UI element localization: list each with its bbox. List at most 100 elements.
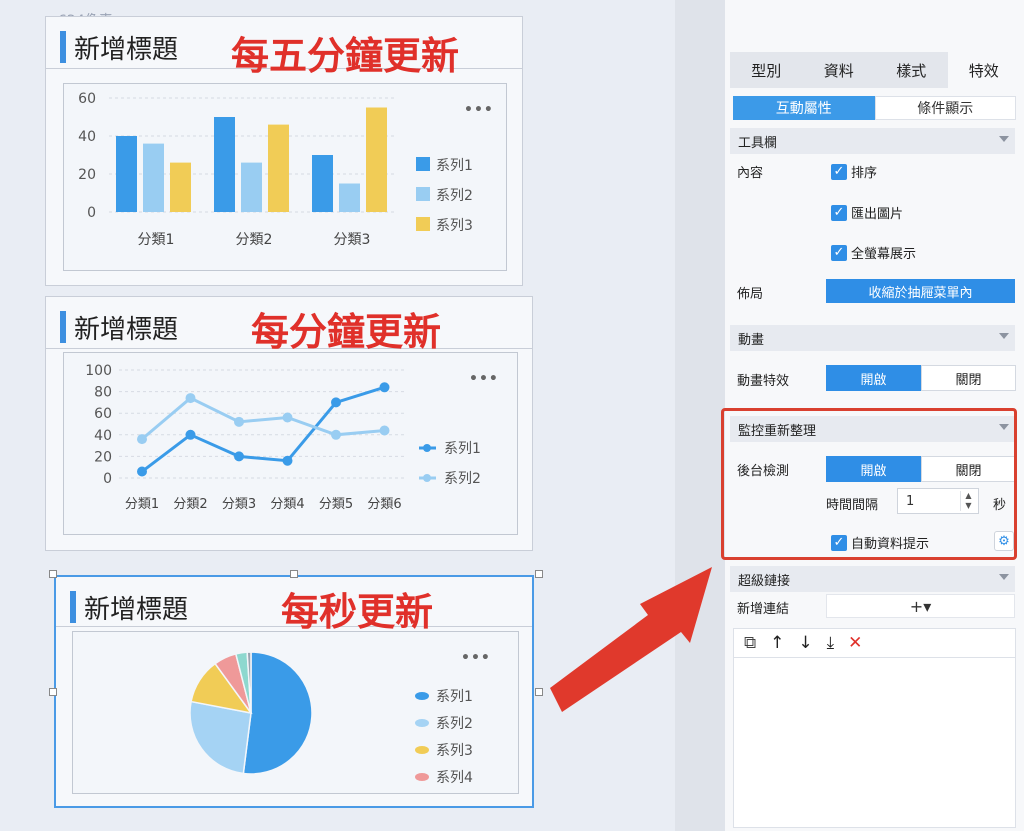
animation-on-button[interactable]: 開啟	[826, 365, 921, 391]
data-point	[379, 382, 390, 393]
data-point	[282, 412, 293, 423]
legend-label: 系列1	[436, 158, 473, 174]
pie-chart-widget[interactable]: 新增標題 每秒更新 ••• 系列1 系列2 系列3 系列4	[54, 575, 534, 808]
y-tick-label: 20	[78, 167, 96, 183]
panel-tabs: 型別 資料 樣式 特效	[730, 52, 1020, 88]
pie-chart-area: ••• 系列1 系列2 系列3 系列4	[72, 631, 519, 794]
y-tick-label: 20	[94, 449, 112, 465]
bar	[339, 183, 360, 212]
content-label: 內容	[737, 166, 764, 181]
bar	[366, 107, 387, 212]
legend-marker	[423, 444, 431, 452]
tab-type[interactable]: 型別	[730, 52, 803, 88]
bar-chart-widget[interactable]: 新增標題 每五分鐘更新 ••• 60 40 20 0 分類1 分類2 分類3 系列1 系列2 系列…	[45, 16, 523, 286]
bar	[143, 143, 164, 212]
check-icon: ✓	[831, 163, 847, 180]
bar	[214, 117, 235, 212]
layout-label: 佈局	[737, 287, 764, 302]
panel-subtabs: 互動屬性 條件顯示	[733, 96, 1016, 120]
y-tick-label: 60	[94, 406, 112, 422]
chevron-down-icon	[999, 574, 1009, 580]
checkbox-export-image[interactable]: ✓ 匯出圖片	[831, 203, 903, 222]
legend-label: 系列2	[436, 188, 473, 204]
legend-label: 系列2	[436, 716, 473, 732]
resize-handle[interactable]	[290, 570, 298, 578]
y-tick-label: 100	[85, 363, 112, 379]
check-icon: ✓	[831, 204, 847, 221]
legend-label: 系列2	[444, 471, 481, 487]
x-tick-label: 分類1	[138, 232, 175, 248]
link-list	[733, 658, 1016, 828]
legend-marker	[423, 474, 431, 482]
data-point	[282, 455, 293, 466]
line-chart-svg: 100 80 60 40 20 0 分類1 分類2 分類3 分類4 分類5 分類6 系列1 系列2	[85, 363, 481, 512]
data-point	[379, 425, 390, 436]
animation-label: 動畫特效	[737, 374, 790, 389]
tab-data[interactable]: 資料	[803, 52, 876, 88]
update-annotation: 每秒更新	[281, 590, 434, 634]
section-hyperlink[interactable]: 超級鏈接	[730, 566, 1015, 592]
legend-label: 系列4	[436, 770, 473, 786]
checkbox-label: 匯出圖片	[851, 207, 904, 222]
delete-icon[interactable]: ✕	[848, 633, 862, 653]
layout-select[interactable]: 收縮於抽屜菜單內	[826, 279, 1015, 303]
move-up-icon[interactable]: ↑	[770, 633, 784, 653]
more-options-icon[interactable]: •••	[464, 102, 494, 118]
y-tick-label: 40	[78, 129, 96, 145]
splitter[interactable]	[675, 0, 725, 831]
data-point	[234, 451, 244, 462]
widget-title[interactable]: 新增標題	[74, 29, 178, 66]
checkbox-sort[interactable]: ✓ 排序	[831, 162, 877, 181]
data-point	[137, 466, 147, 477]
line-chart-widget[interactable]: 新增標題 每分鐘更新 ••• 100 80 60 40 20 0 分類1 分類2 分類3 分類4 分…	[45, 296, 533, 551]
widget-title[interactable]: 新增標題	[84, 589, 188, 626]
bar	[268, 124, 289, 212]
legend-swatch	[416, 187, 430, 201]
x-tick-label: 分類2	[236, 232, 273, 248]
update-annotation: 每分鐘更新	[251, 310, 442, 354]
series-line	[141, 385, 385, 473]
title-accent-bar	[60, 31, 66, 63]
copy-icon[interactable]: ⧉	[744, 633, 756, 653]
animation-off-button[interactable]: 關閉	[921, 365, 1016, 391]
check-icon: ✓	[831, 244, 847, 261]
data-point	[234, 416, 244, 427]
add-link-button[interactable]: +▾	[826, 594, 1015, 618]
checkbox-label: 全螢幕展示	[851, 247, 917, 262]
bar-chart-area: ••• 60 40 20 0 分類1 分類2 分類3 系列1 系列2 系列3	[63, 83, 507, 271]
subtab-conditional-display[interactable]: 條件顯示	[874, 96, 1016, 120]
line-chart-area: ••• 100 80 60 40 20 0 分類1 分類2 分類3 分類4 分類5 分類6 系列1 系列2	[63, 352, 518, 535]
dashboard-canvas: 624像素 新增標題 每五分鐘更新 ••• 6040200分類1分類2分類3系列…	[0, 0, 675, 831]
move-down-icon[interactable]: ↓	[798, 633, 812, 653]
x-tick-label: 分類3	[334, 232, 371, 248]
legend-swatch	[416, 217, 430, 231]
widget-title[interactable]: 新增標題	[74, 309, 178, 346]
x-tick-label: 分類1	[125, 497, 159, 512]
resize-handle[interactable]	[535, 570, 543, 578]
chevron-down-icon	[999, 136, 1009, 142]
bar	[312, 155, 333, 212]
legend-label: 系列3	[436, 743, 473, 759]
section-title: 工具欄	[738, 135, 778, 151]
data-point	[331, 429, 341, 440]
data-point	[185, 429, 196, 440]
checkbox-fullscreen[interactable]: ✓ 全螢幕展示	[831, 243, 916, 262]
series-line	[141, 396, 385, 441]
pie-slice	[242, 651, 313, 775]
title-accent-bar	[60, 311, 66, 343]
move-to-bottom-icon[interactable]: ⤓	[827, 633, 835, 653]
resize-handle[interactable]	[49, 570, 57, 578]
section-animation[interactable]: 動畫	[730, 325, 1015, 351]
subtab-interaction[interactable]: 互動屬性	[733, 96, 875, 120]
section-toolbar[interactable]: 工具欄	[730, 128, 1015, 154]
resize-handle[interactable]	[535, 688, 543, 696]
more-options-icon[interactable]: •••	[469, 371, 499, 387]
x-tick-label: 分類2	[173, 497, 207, 512]
y-tick-label: 0	[87, 205, 96, 221]
add-link-label: 新增連結	[737, 602, 790, 617]
resize-handle[interactable]	[49, 688, 57, 696]
tab-style[interactable]: 樣式	[875, 52, 948, 88]
checkbox-label: 排序	[851, 166, 878, 181]
more-options-icon[interactable]: •••	[461, 650, 491, 666]
tab-effects[interactable]: 特效	[947, 52, 1020, 88]
